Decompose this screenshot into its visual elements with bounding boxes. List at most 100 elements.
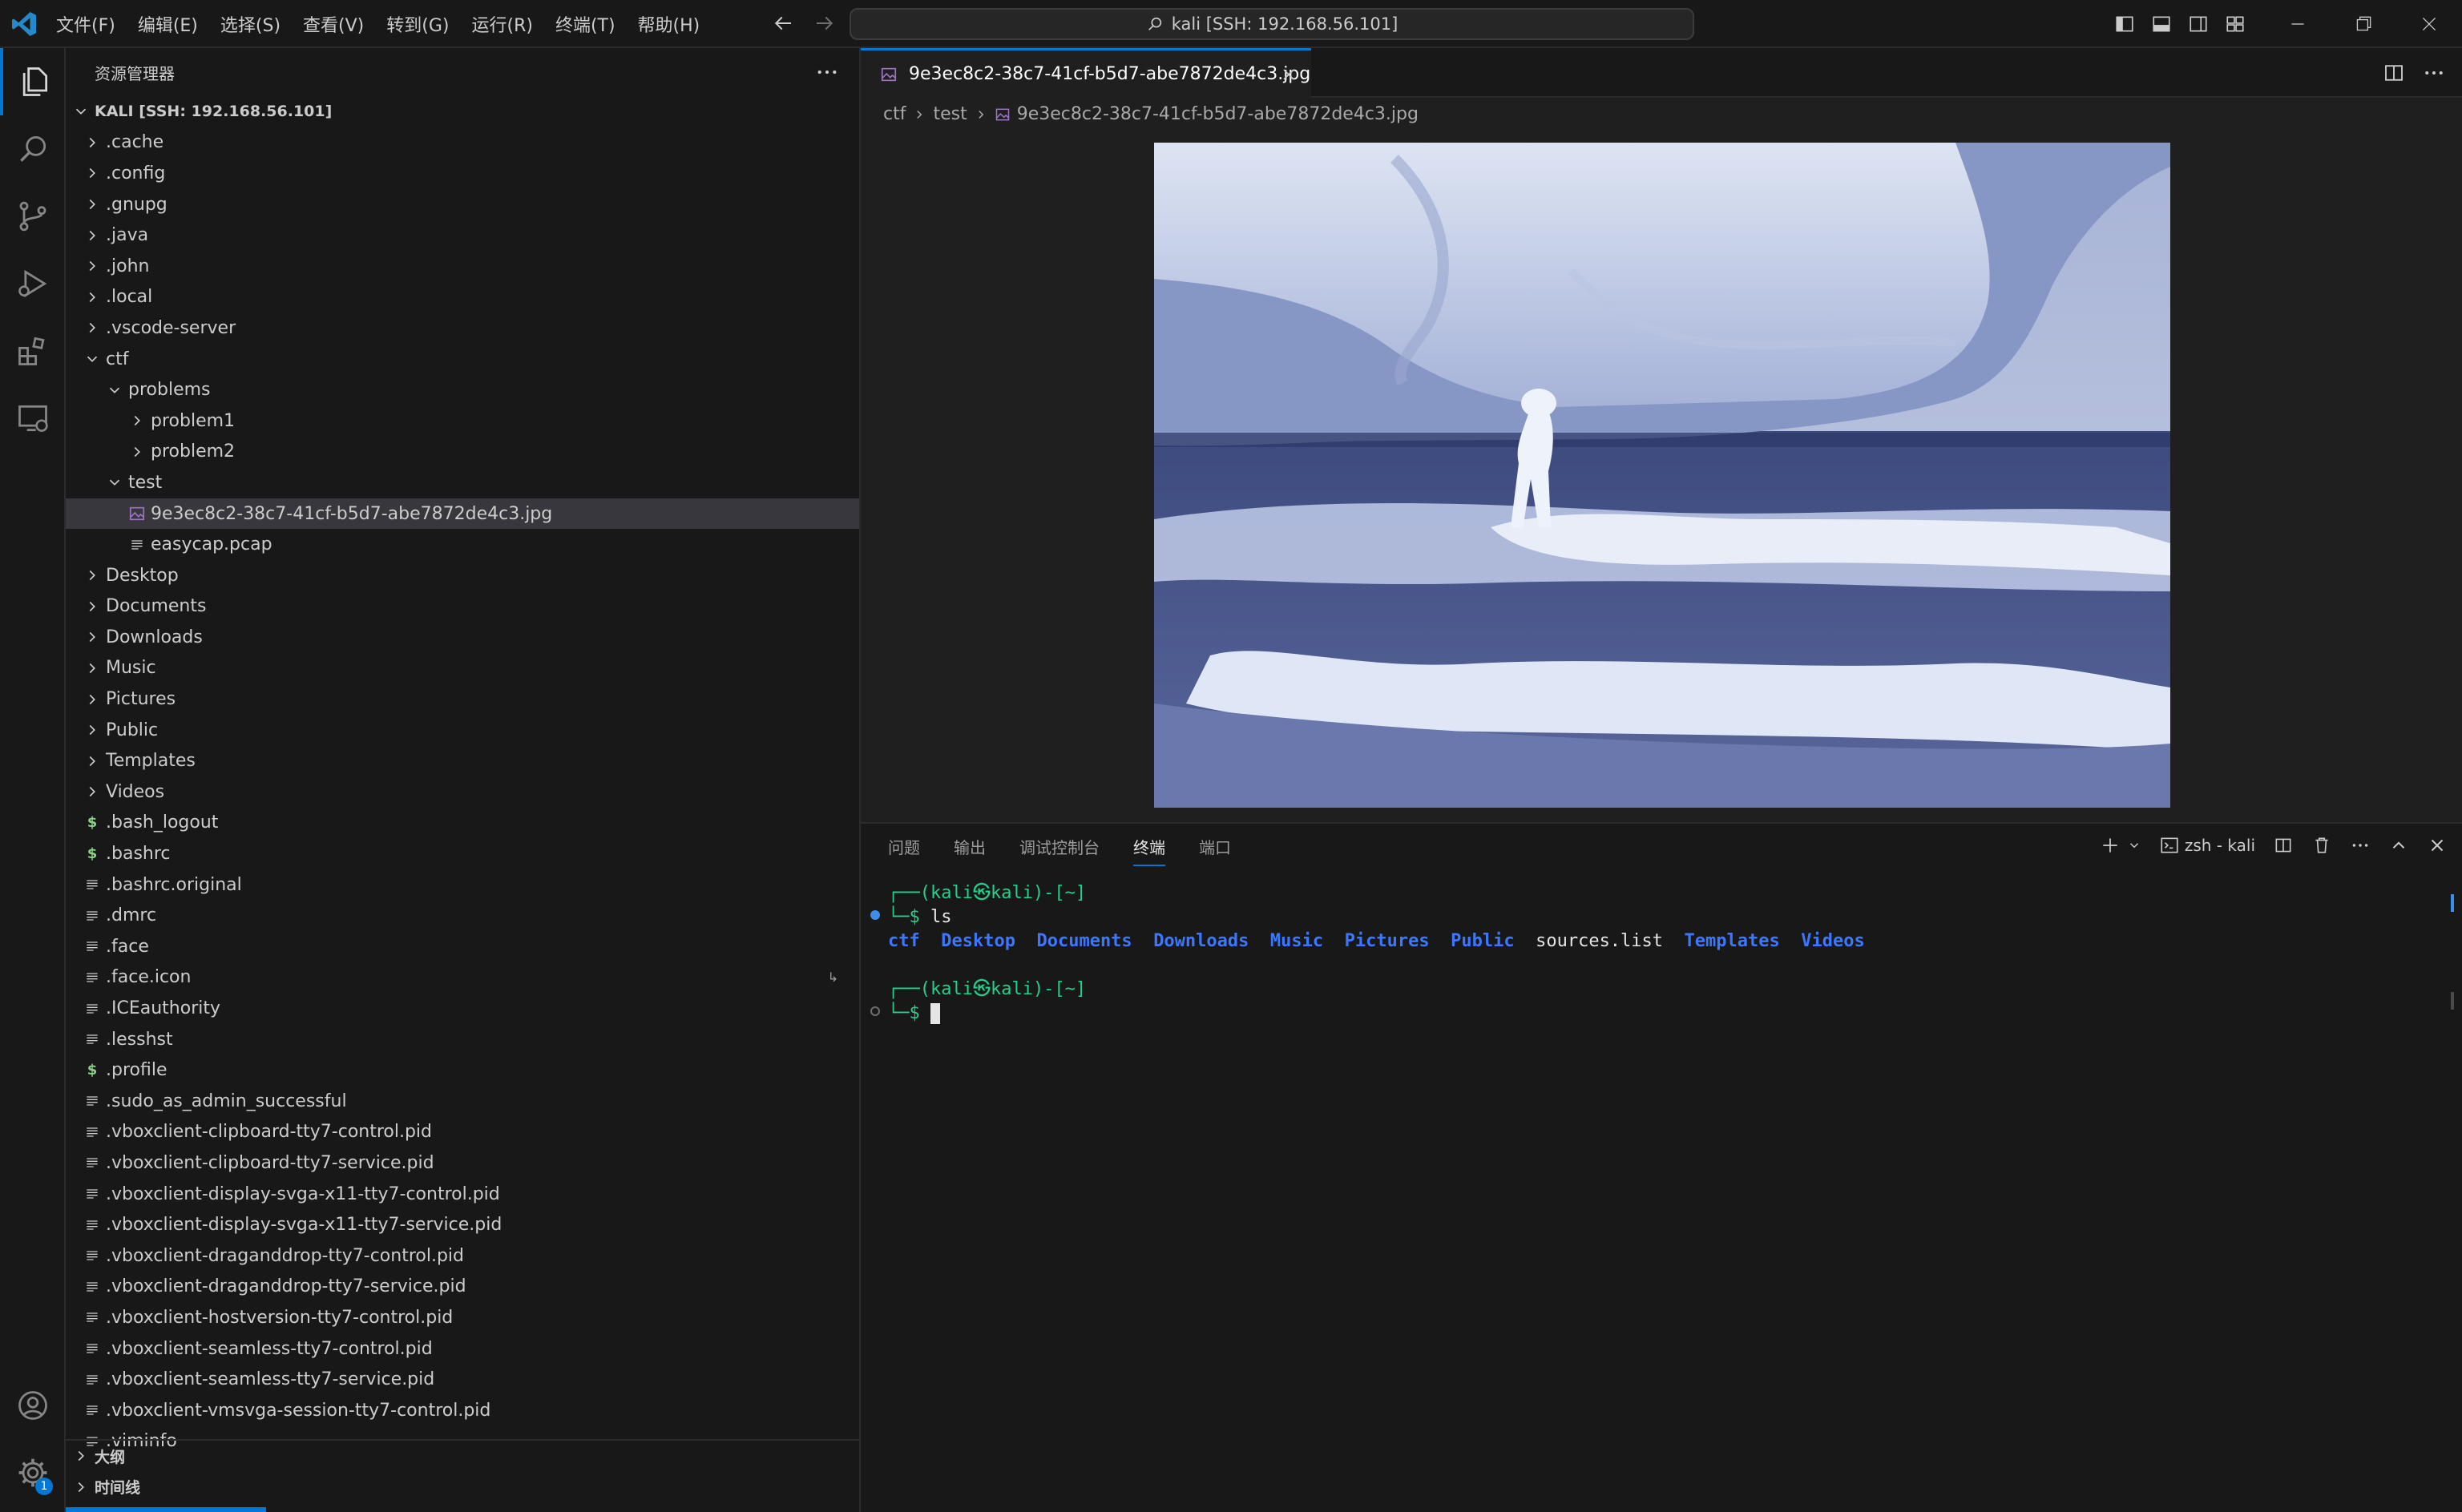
tree-folder[interactable]: problem1 (66, 405, 859, 437)
restore-icon[interactable] (2353, 14, 2374, 34)
tree-folder[interactable]: problems (66, 374, 859, 405)
minimize-icon[interactable] (2287, 14, 2308, 34)
close-tab-icon[interactable] (1279, 65, 1298, 84)
tree-file[interactable]: 9e3ec8c2-38c7-41cf-b5d7-abe7872de4c3.jpg (66, 498, 859, 530)
activity-source-control[interactable] (0, 183, 66, 250)
menu-run[interactable]: 运行(R) (471, 11, 532, 37)
activity-run-debug[interactable] (0, 250, 66, 317)
outline-section[interactable]: 大纲 (66, 1441, 859, 1472)
tree-folder[interactable]: problem2 (66, 437, 859, 468)
tree-file[interactable]: .vboxclient-draganddrop-tty7-control.pid (66, 1240, 859, 1272)
tree-folder[interactable]: Desktop (66, 560, 859, 591)
ls-directory: Downloads (1153, 931, 1249, 951)
terminal-output[interactable]: ┌──(kali㉿kali)-[~] └─$ ls ctf Desktop Do… (888, 881, 1865, 1026)
tree-folder[interactable]: .vscode-server (66, 312, 859, 344)
tree-folder[interactable]: Videos (66, 776, 859, 808)
file-tree: KALI [SSH: 192.168.56.101] .cache .config… (66, 96, 859, 1457)
breadcrumb-item[interactable]: test (933, 104, 967, 124)
tree-folder[interactable]: test (66, 467, 859, 498)
activity-extensions[interactable] (0, 317, 66, 385)
tree-file[interactable]: .sudo_as_admin_successful (66, 1086, 859, 1117)
activity-accounts[interactable] (0, 1372, 66, 1439)
command-success-dot[interactable] (870, 910, 880, 920)
breadcrumb-item[interactable]: ctf (883, 104, 906, 124)
forward-arrow-icon[interactable] (813, 11, 837, 35)
tree-folder[interactable]: .john (66, 251, 859, 282)
tab-debug-console[interactable]: 调试控制台 (1019, 835, 1100, 866)
menu-selection[interactable]: 选择(S) (220, 11, 281, 37)
tree-file[interactable]: .vboxclient-seamless-tty7-control.pid (66, 1333, 859, 1365)
terminal-selector[interactable]: zsh - kali (2159, 835, 2255, 856)
tree-folder[interactable]: Pictures (66, 683, 859, 715)
activity-manage[interactable]: 1 (0, 1439, 66, 1506)
split-terminal-icon[interactable] (2273, 835, 2294, 856)
tree-item-label: Pictures (106, 689, 176, 710)
breadcrumb-item[interactable]: 9e3ec8c2-38c7-41cf-b5d7-abe7872de4c3.jpg (1017, 104, 1419, 124)
close-panel-icon[interactable] (2427, 835, 2448, 856)
tree-file[interactable]: .vboxclient-display-svga-x11-tty7-contro… (66, 1179, 859, 1210)
tree-file[interactable]: .vboxclient-hostversion-tty7-control.pid (66, 1302, 859, 1333)
navigation-arrows (771, 11, 837, 35)
tree-file[interactable]: .dmrc (66, 900, 859, 931)
toggle-primary-sidebar-icon[interactable] (2114, 14, 2135, 34)
tree-file[interactable]: .bashrc.original (66, 869, 859, 901)
more-actions-icon[interactable] (2350, 835, 2371, 856)
customize-layout-icon[interactable] (2225, 14, 2246, 34)
menu-file[interactable]: 文件(F) (56, 11, 115, 37)
editor-tab-active[interactable]: 9e3ec8c2-38c7-41cf-b5d7-abe7872de4c3.jpg (861, 48, 1311, 98)
tree-file[interactable]: .vboxclient-clipboard-tty7-service.pid (66, 1147, 859, 1179)
split-editor-icon[interactable] (2382, 61, 2406, 85)
menu-terminal[interactable]: 终端(T) (555, 11, 616, 37)
menu-help[interactable]: 帮助(H) (638, 11, 700, 37)
tab-terminal[interactable]: 终端 (1133, 835, 1165, 866)
tree-file[interactable]: $ .profile (66, 1054, 859, 1086)
tab-problems[interactable]: 问题 (888, 835, 920, 866)
back-arrow-icon[interactable] (771, 11, 795, 35)
tree-file[interactable]: $ .bashrc (66, 838, 859, 869)
toggle-secondary-sidebar-icon[interactable] (2188, 14, 2209, 34)
tree-folder[interactable]: .local (66, 282, 859, 313)
new-terminal-icon[interactable] (2100, 835, 2121, 856)
menu-go[interactable]: 转到(G) (386, 11, 449, 37)
menu-view[interactable]: 查看(V) (303, 11, 364, 37)
tree-folder[interactable]: Documents (66, 591, 859, 623)
tree-folder[interactable]: .config (66, 158, 859, 189)
timeline-section[interactable]: 时间线 (66, 1471, 859, 1502)
activity-explorer[interactable] (0, 48, 66, 115)
tree-file[interactable]: .vboxclient-clipboard-tty7-control.pid (66, 1117, 859, 1148)
tree-file[interactable]: .vboxclient-vmsvga-session-tty7-control.… (66, 1395, 859, 1426)
tree-folder[interactable]: .gnupg (66, 189, 859, 220)
tree-folder[interactable]: Music (66, 653, 859, 684)
tab-output[interactable]: 输出 (954, 835, 986, 866)
tree-folder[interactable]: ctf (66, 344, 859, 375)
tree-file[interactable]: .vboxclient-draganddrop-tty7-service.pid (66, 1272, 859, 1303)
tree-file[interactable]: .ICEauthority (66, 993, 859, 1024)
tree-item-label: .vboxclient-draganddrop-tty7-service.pid (106, 1276, 466, 1297)
tree-file[interactable]: .vboxclient-display-svga-x11-tty7-servic… (66, 1209, 859, 1240)
maximize-panel-icon[interactable] (2388, 835, 2409, 856)
command-center[interactable]: kali [SSH: 192.168.56.101] (850, 8, 1694, 40)
activity-remote-explorer[interactable] (0, 385, 66, 452)
tree-folder[interactable]: Downloads (66, 622, 859, 653)
toggle-panel-icon[interactable] (2151, 14, 2172, 34)
tree-folder[interactable]: Public (66, 715, 859, 746)
tree-file[interactable]: .face.icon ↳ (66, 962, 859, 994)
tree-folder[interactable]: .cache (66, 127, 859, 159)
tree-file[interactable]: .face (66, 931, 859, 962)
more-actions-icon[interactable] (2422, 61, 2446, 85)
tab-ports[interactable]: 端口 (1199, 835, 1231, 866)
trash-icon[interactable] (2311, 835, 2332, 856)
more-actions-icon[interactable] (814, 59, 840, 85)
tree-file[interactable]: easycap.pcap (66, 529, 859, 560)
tree-file[interactable]: $ .bash_logout (66, 808, 859, 839)
chevron-down-icon[interactable] (2127, 838, 2141, 853)
menu-edit[interactable]: 编辑(E) (138, 11, 198, 37)
workspace-root[interactable]: KALI [SSH: 192.168.56.101] (66, 96, 859, 127)
tree-file[interactable]: .vboxclient-seamless-tty7-service.pid (66, 1364, 859, 1395)
activity-search[interactable] (0, 115, 66, 183)
close-window-icon[interactable] (2419, 14, 2440, 34)
command-pending-dot[interactable] (870, 1006, 880, 1016)
tree-folder[interactable]: Templates (66, 745, 859, 776)
tree-file[interactable]: .lesshst (66, 1024, 859, 1055)
tree-folder[interactable]: .java (66, 220, 859, 251)
